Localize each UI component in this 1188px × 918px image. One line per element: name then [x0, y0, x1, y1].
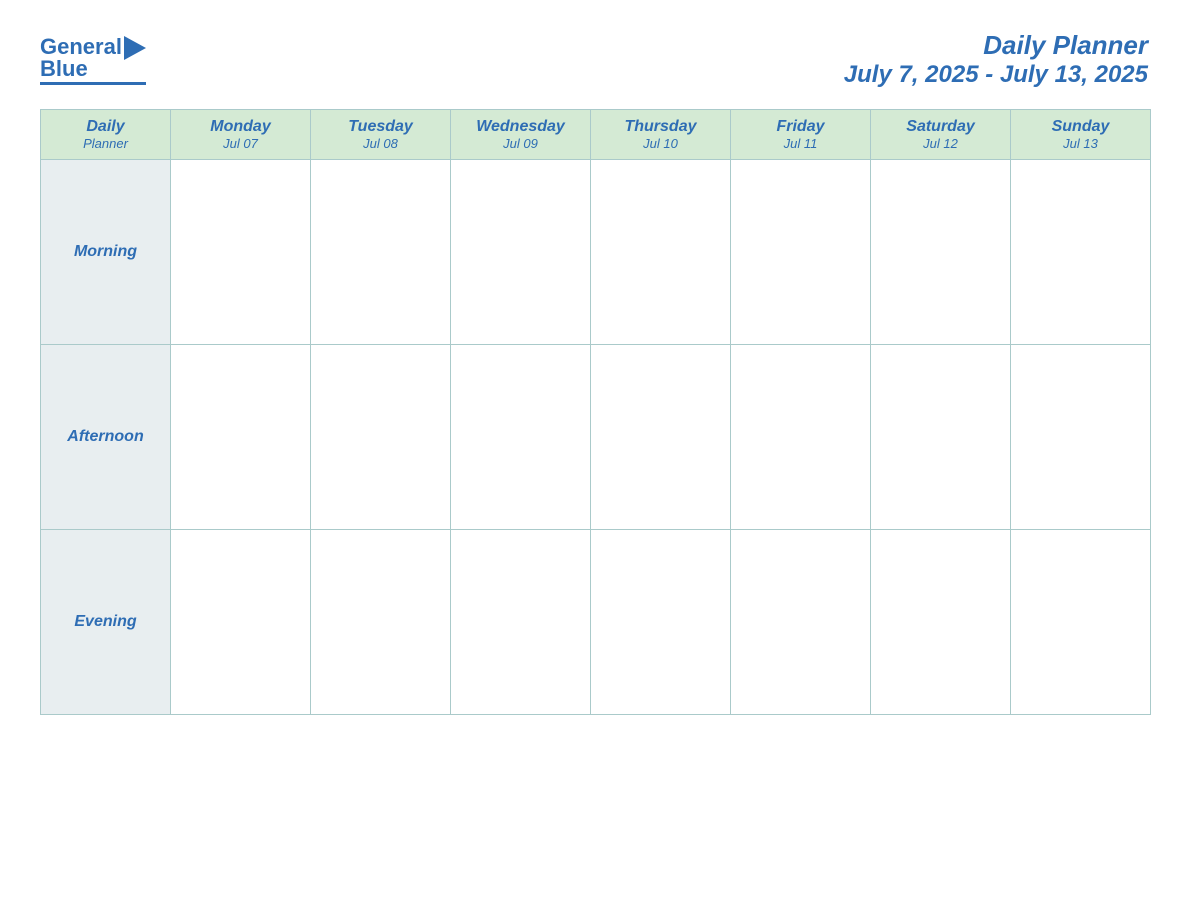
table-header-tuesday: Tuesday Jul 08 — [311, 110, 451, 160]
page-header: General Blue Daily Planner July 7, 2025 … — [40, 30, 1148, 89]
table-header-monday: Monday Jul 07 — [171, 110, 311, 160]
cell-evening-wednesday[interactable] — [451, 530, 591, 715]
cell-evening-thursday[interactable] — [591, 530, 731, 715]
cell-evening-monday[interactable] — [171, 530, 311, 715]
date-range: July 7, 2025 - July 13, 2025 — [844, 61, 1148, 89]
cell-morning-saturday[interactable] — [871, 160, 1011, 345]
cell-afternoon-monday[interactable] — [171, 345, 311, 530]
table-header-thursday: Thursday Jul 10 — [591, 110, 731, 160]
logo: General Blue — [40, 34, 146, 85]
cell-afternoon-wednesday[interactable] — [451, 345, 591, 530]
cell-morning-friday[interactable] — [731, 160, 871, 345]
table-header-wednesday: Wednesday Jul 09 — [451, 110, 591, 160]
logo-underline — [40, 82, 146, 85]
logo-triangle-icon — [124, 36, 146, 60]
logo-blue-text: Blue — [40, 58, 88, 80]
table-header-saturday: Saturday Jul 12 — [871, 110, 1011, 160]
table-row-afternoon: Afternoon — [41, 345, 1151, 530]
cell-morning-tuesday[interactable] — [311, 160, 451, 345]
main-title: Daily Planner — [844, 30, 1148, 61]
cell-evening-sunday[interactable] — [1011, 530, 1151, 715]
table-row-morning: Morning — [41, 160, 1151, 345]
cell-morning-sunday[interactable] — [1011, 160, 1151, 345]
cell-evening-tuesday[interactable] — [311, 530, 451, 715]
cell-morning-monday[interactable] — [171, 160, 311, 345]
cell-afternoon-thursday[interactable] — [591, 345, 731, 530]
table-header-label: Daily Planner — [41, 110, 171, 160]
row-label-evening: Evening — [41, 530, 171, 715]
cell-afternoon-tuesday[interactable] — [311, 345, 451, 530]
cell-evening-saturday[interactable] — [871, 530, 1011, 715]
logo-text: General — [40, 36, 122, 58]
table-header-friday: Friday Jul 11 — [731, 110, 871, 160]
cell-afternoon-sunday[interactable] — [1011, 345, 1151, 530]
planner-table: Daily Planner Monday Jul 07 Tuesday Jul … — [40, 109, 1151, 715]
table-row-evening: Evening — [41, 530, 1151, 715]
cell-morning-thursday[interactable] — [591, 160, 731, 345]
cell-afternoon-friday[interactable] — [731, 345, 871, 530]
cell-evening-friday[interactable] — [731, 530, 871, 715]
cell-morning-wednesday[interactable] — [451, 160, 591, 345]
cell-afternoon-saturday[interactable] — [871, 345, 1011, 530]
table-header-sunday: Sunday Jul 13 — [1011, 110, 1151, 160]
title-block: Daily Planner July 7, 2025 - July 13, 20… — [844, 30, 1148, 89]
row-label-morning: Morning — [41, 160, 171, 345]
table-header-row: Daily Planner Monday Jul 07 Tuesday Jul … — [41, 110, 1151, 160]
row-label-afternoon: Afternoon — [41, 345, 171, 530]
